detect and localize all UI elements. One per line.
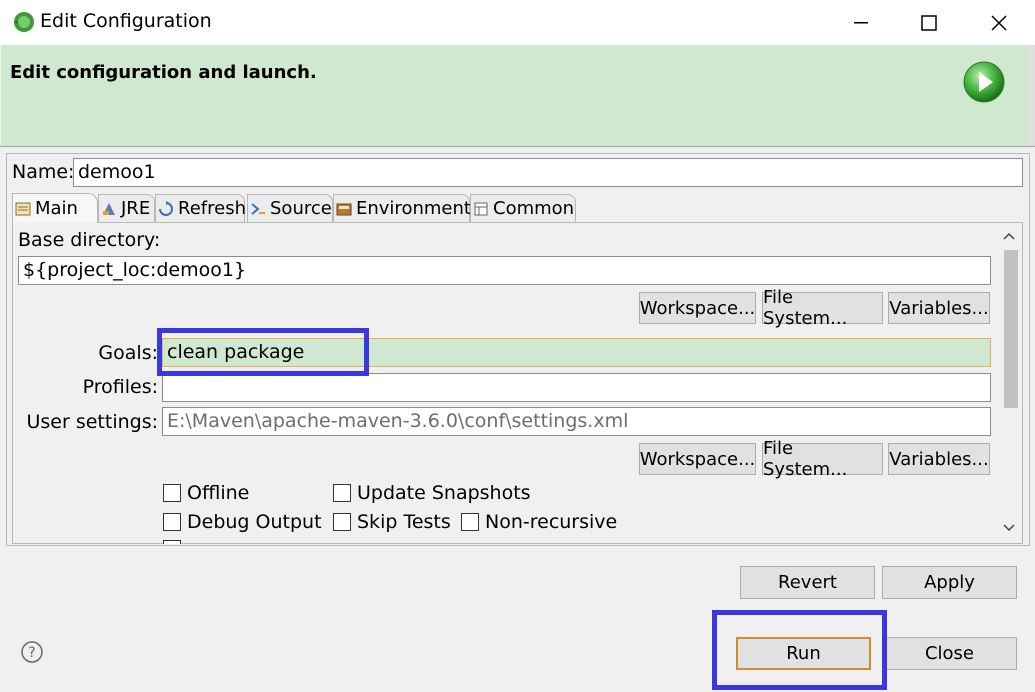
offline-label: Offline (187, 482, 250, 504)
profiles-label: Profiles: (82, 376, 158, 398)
goals-highlight-box (157, 328, 369, 376)
apply-button[interactable]: Apply (882, 566, 1017, 599)
tab-common[interactable]: Common (470, 194, 576, 222)
tab-refresh-label: Refresh (178, 198, 246, 219)
base-directory-input[interactable]: ${project_loc:demoo1} (18, 256, 991, 285)
checkbox-box[interactable] (333, 513, 351, 531)
close-icon (991, 14, 1007, 31)
tab-main-label: Main (35, 198, 78, 219)
maximize-icon (921, 14, 937, 31)
settings-file-system-button[interactable]: File System... (762, 438, 883, 480)
update-snapshots-checkbox[interactable]: Update Snapshots (333, 482, 531, 504)
scroll-up-icon[interactable] (1000, 230, 1018, 246)
debug-output-checkbox[interactable]: Debug Output (163, 511, 322, 533)
tab-source[interactable]: Source (247, 194, 333, 222)
user-settings-input[interactable]: E:\Maven\apache-maven-3.6.0\conf\setting… (162, 407, 991, 436)
tab-main[interactable]: Main (12, 193, 98, 223)
banner-separator (0, 146, 1035, 147)
base-directory-label: Base directory: (18, 229, 161, 251)
refresh-icon (158, 200, 174, 217)
main-tab-icon (15, 201, 31, 217)
banner-edge (1030, 45, 1035, 146)
header-banner (1, 45, 1033, 147)
run-launch-icon (962, 60, 1006, 104)
tab-source-label: Source (270, 198, 332, 219)
name-label: Name: (12, 161, 75, 183)
scroll-down-icon[interactable] (1000, 522, 1018, 538)
clipped-checkbox[interactable] (163, 540, 181, 544)
goals-label: Goals: (98, 342, 158, 364)
minimize-button[interactable] (826, 0, 896, 45)
maximize-button[interactable] (894, 0, 964, 45)
svg-text:?: ? (28, 645, 35, 661)
offline-checkbox[interactable]: Offline (163, 482, 249, 504)
close-button[interactable]: Close (882, 637, 1017, 670)
scrollbar-thumb[interactable] (1004, 250, 1018, 408)
variables-button[interactable]: Variables... (888, 292, 990, 324)
file-system-button[interactable]: File System... (762, 287, 883, 329)
tab-jre-label: JRE (121, 198, 151, 219)
checkbox-box[interactable] (333, 484, 351, 502)
minimize-icon (854, 21, 868, 23)
checkbox-box[interactable] (163, 513, 181, 531)
tab-environment-label: Environment (356, 198, 471, 219)
tab-refresh[interactable]: Refresh (155, 194, 246, 222)
help-icon[interactable]: ? (20, 640, 44, 664)
eclipse-icon (12, 10, 36, 34)
tab-environment[interactable]: Environment (333, 194, 471, 222)
checkbox-box[interactable] (461, 513, 479, 531)
window-title: Edit Configuration (40, 10, 212, 32)
close-window-button[interactable] (964, 0, 1034, 45)
settings-workspace-button[interactable]: Workspace... (639, 443, 756, 475)
source-icon (250, 201, 266, 217)
debug-output-label: Debug Output (187, 511, 322, 533)
settings-variables-button[interactable]: Variables... (888, 443, 990, 475)
checkbox-box[interactable] (163, 484, 181, 502)
environment-icon (336, 201, 352, 217)
workspace-button[interactable]: Workspace... (639, 292, 756, 324)
jre-icon (101, 201, 117, 217)
profiles-input[interactable] (162, 373, 991, 402)
banner-title: Edit configuration and launch. (10, 62, 317, 83)
revert-button[interactable]: Revert (740, 566, 875, 599)
common-icon (473, 201, 489, 217)
tab-jre[interactable]: JRE (98, 194, 155, 222)
tab-common-label: Common (493, 198, 575, 219)
update-snapshots-label: Update Snapshots (357, 482, 531, 504)
skip-tests-label: Skip Tests (357, 511, 451, 533)
non-recursive-label: Non-recursive (485, 511, 618, 533)
user-settings-label: User settings: (26, 411, 158, 433)
skip-tests-checkbox[interactable]: Skip Tests (333, 511, 451, 533)
non-recursive-checkbox[interactable]: Non-recursive (461, 511, 617, 533)
name-input[interactable]: demoo1 (73, 158, 1023, 187)
run-highlight-box (712, 610, 887, 690)
